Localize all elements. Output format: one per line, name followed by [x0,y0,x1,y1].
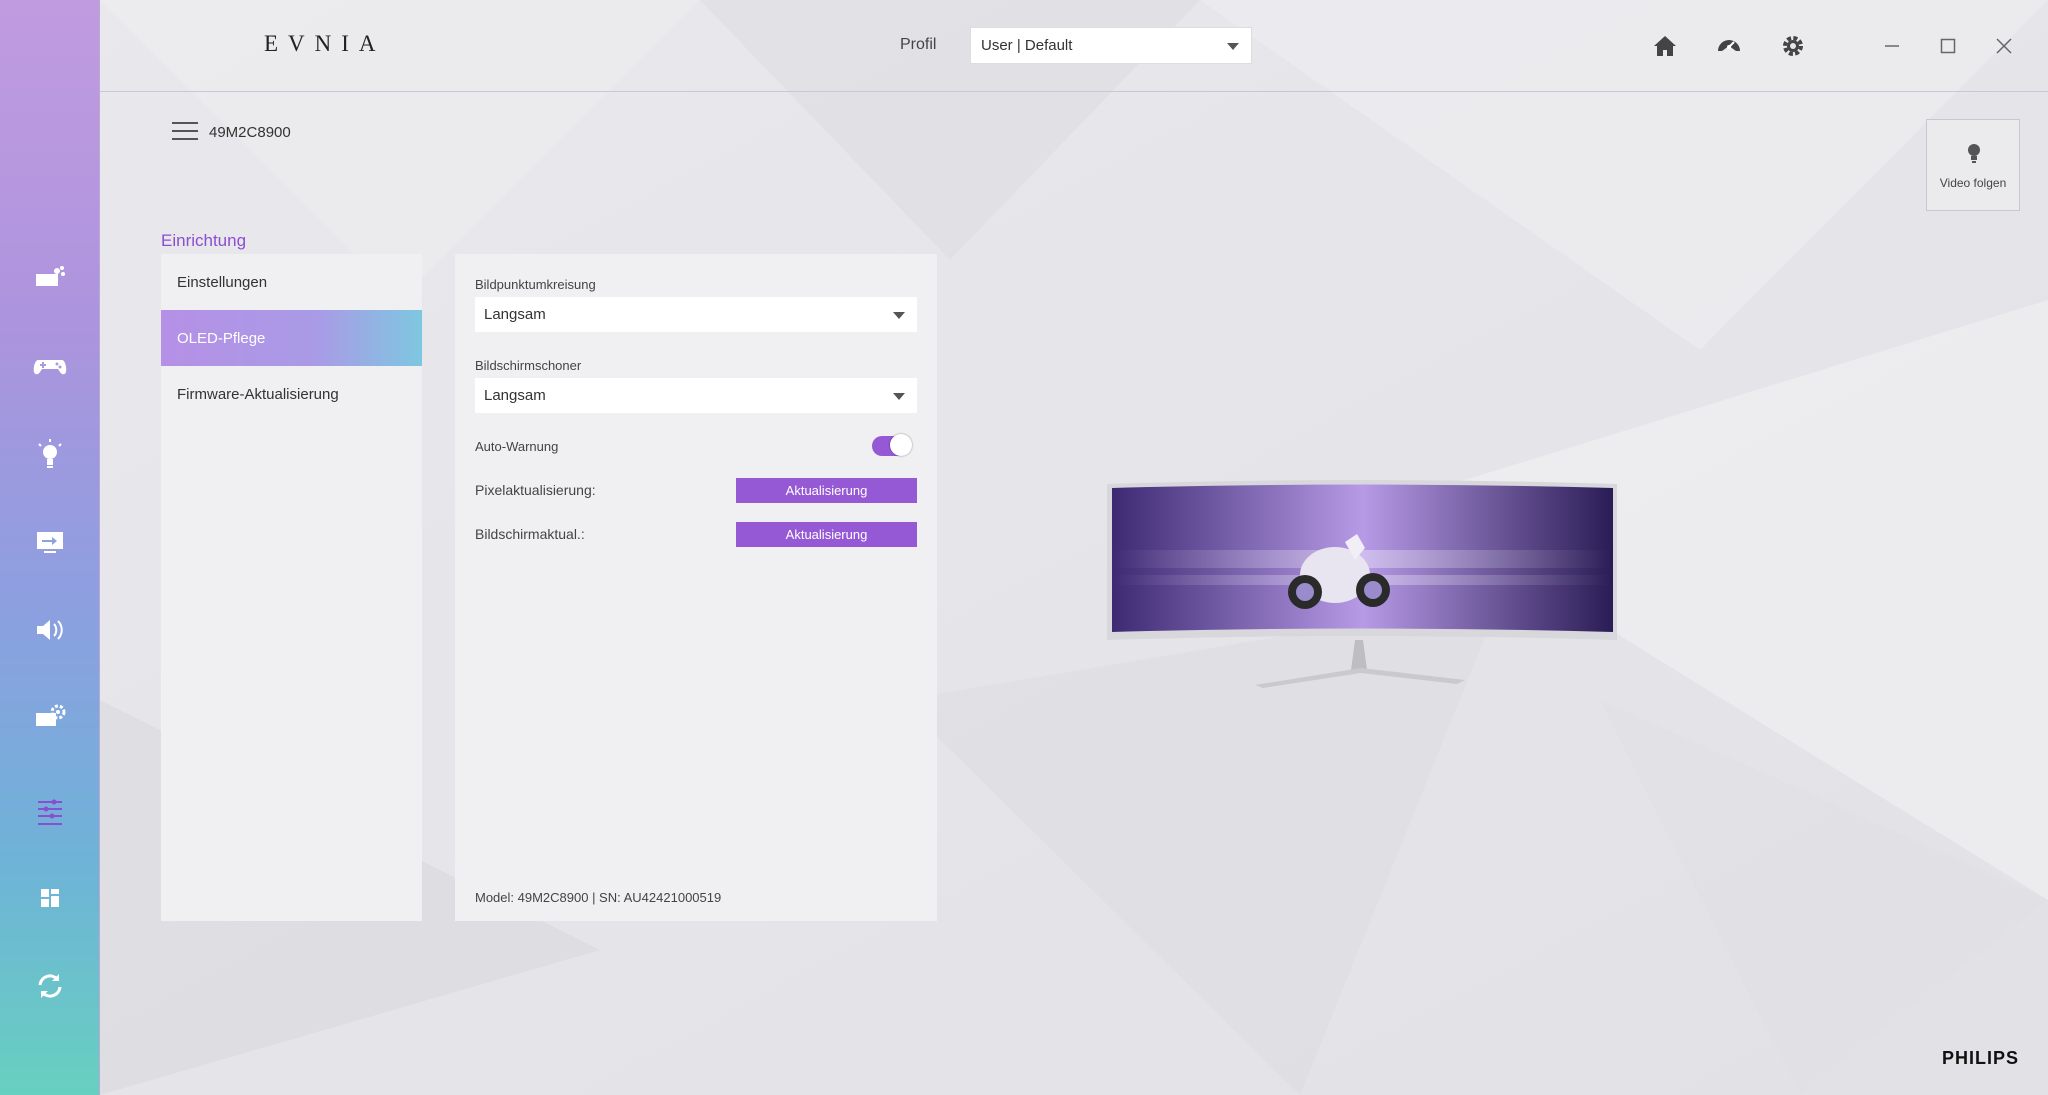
auto-warning-toggle[interactable] [872,434,912,456]
audio-icon [37,620,63,640]
sync-icon [38,974,62,998]
chevron-down-icon [893,392,905,400]
home-button[interactable] [1649,30,1681,62]
sidebar-item-audio[interactable] [22,602,78,658]
maximize-button[interactable] [1932,30,1964,62]
profile-label: Profil [900,36,937,53]
smart-image-icon [36,266,65,286]
hamburger-icon [172,122,198,124]
hamburger-line [172,138,198,140]
layout-icon [41,889,59,907]
section-title: Einrichtung [161,231,247,250]
speedometer-icon [1718,40,1740,51]
chevron-down-icon [1227,42,1239,50]
minimize-button[interactable] [1876,30,1908,62]
lightbulb-icon [1968,144,1980,163]
sidebar-item-settings-sliders[interactable] [22,783,78,839]
sidebar-item-input[interactable] [22,514,78,570]
screen-refresh-button[interactable]: Aktualisierung [736,522,917,547]
sidebar-item-monitor-settings[interactable] [22,690,78,746]
monitor-product-image [1107,480,1617,688]
settings-button[interactable] [1777,30,1809,62]
close-button[interactable] [1988,30,2020,62]
header-divider [100,91,2048,92]
home-icon [1654,36,1676,56]
profile-select[interactable]: User | Default [970,27,1252,64]
close-icon [1996,38,2012,54]
settings-sliders-icon [38,799,62,825]
dashboard-button[interactable] [1713,30,1745,62]
hamburger-line [172,130,198,132]
model-serial-info: Model: 49M2C8900 | SN: AU42421000519 [475,890,722,905]
gaming-icon [33,360,67,375]
device-model: 49M2C8900 [209,124,291,141]
pixel-refresh-button[interactable]: Aktualisierung [736,478,917,503]
sidebar-item-smart-image[interactable] [22,250,78,306]
screensaver-value: Langsam [484,387,546,404]
screensaver-label: Bildschirmschoner [475,358,582,373]
auto-warning-label: Auto-Warnung [475,439,559,454]
video-follow-label: Video folgen [1939,176,2007,190]
input-icon [37,532,63,553]
profile-value: User | Default [981,37,1073,54]
sidebar-item-layout[interactable] [22,870,78,926]
pixel-refresh-label: Pixelaktualisierung: [475,482,596,498]
pixel-orbit-value: Langsam [484,306,546,323]
oled-care-panel: Bildpunktumkreisung Langsam Bildschirmsc… [455,254,937,921]
menu-item-oled-pflege[interactable]: OLED-Pflege [161,310,422,366]
sidebar-divider [99,0,100,1095]
maximize-icon [1940,38,1956,54]
video-follow-button[interactable]: Video folgen [1926,119,2020,211]
pixel-orbit-label: Bildpunktumkreisung [475,277,596,292]
screensaver-select[interactable]: Langsam [475,378,917,413]
sidebar-item-light[interactable] [22,426,78,482]
monitor-settings-icon [36,704,66,726]
sidebar-item-gaming[interactable] [22,338,78,394]
chevron-down-icon [893,311,905,319]
menu-item-firmware[interactable]: Firmware-Aktualisierung [161,366,422,422]
minimize-icon [1885,45,1899,47]
sidebar-item-sync[interactable] [22,958,78,1014]
toggle-knob [890,434,912,456]
brand-logo: EVNIA [264,31,386,56]
light-icon [38,439,62,468]
menu-button[interactable] [172,122,198,142]
pixel-orbit-select[interactable]: Langsam [475,297,917,332]
sidebar [0,0,100,1095]
gear-icon [1783,36,1803,56]
philips-logo: PHILIPS [1942,1048,2020,1068]
screen-refresh-label: Bildschirmaktual.: [475,526,585,542]
menu-item-einstellungen[interactable]: Einstellungen [161,254,422,310]
setup-menu: Einstellungen OLED-Pflege Firmware-Aktua… [161,254,422,921]
